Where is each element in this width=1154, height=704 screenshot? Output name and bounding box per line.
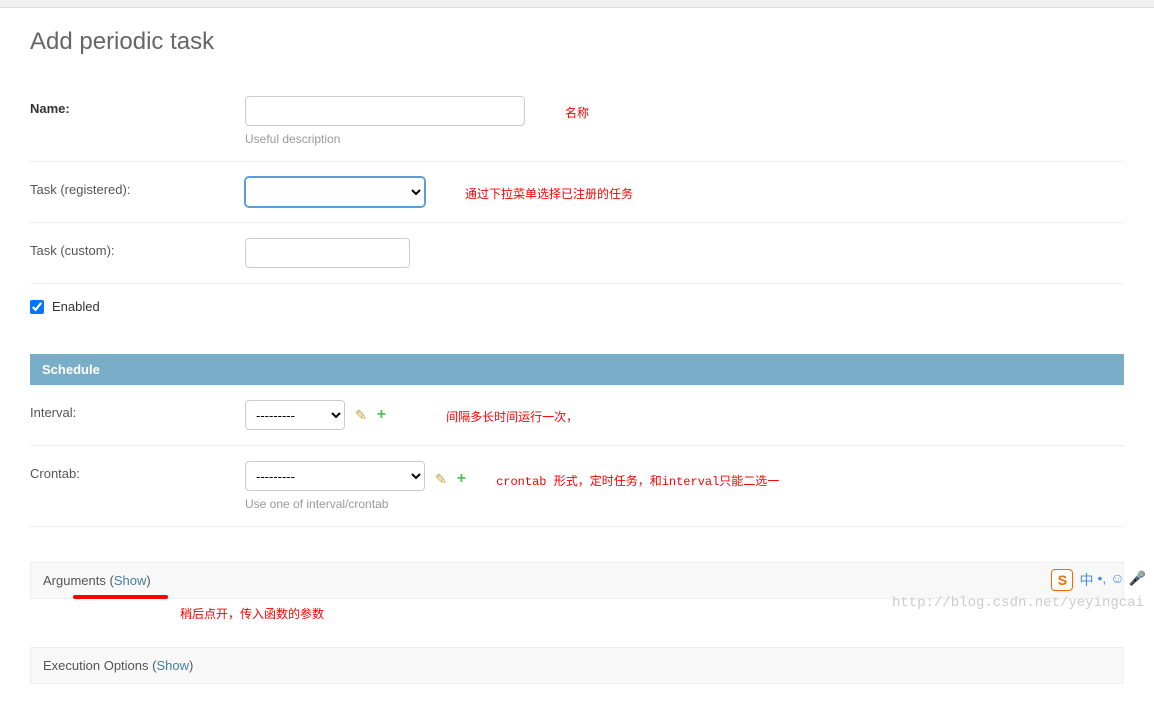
label-enabled: Enabled	[52, 299, 100, 314]
execution-prefix: Execution Options (	[43, 658, 156, 673]
ime-mic-icon[interactable]: 🎤	[1129, 570, 1146, 590]
enabled-checkbox[interactable]	[30, 300, 44, 314]
ime-smiley-icon[interactable]: ☺	[1110, 570, 1124, 590]
label-crontab: Crontab:	[30, 461, 245, 481]
pencil-icon[interactable]: ✎	[435, 471, 447, 488]
pencil-icon[interactable]: ✎	[355, 407, 367, 424]
execution-show-link[interactable]: Show	[156, 658, 189, 673]
execution-options-section: Execution Options (Show)	[30, 647, 1124, 684]
row-interval: Interval: --------- ✎ + 间隔多长时间运行一次，	[30, 385, 1124, 446]
name-annotation: 名称	[565, 96, 589, 121]
row-name: Name: Useful description 名称	[30, 81, 1124, 162]
plus-icon[interactable]: +	[457, 470, 466, 488]
row-crontab: Crontab: --------- ✎ + crontab 形式，定时任务，和…	[30, 446, 1124, 527]
task-registered-annotation: 通过下拉菜单选择已注册的任务	[465, 177, 633, 202]
row-task-registered: Task (registered): 通过下拉菜单选择已注册的任务	[30, 162, 1124, 223]
schedule-header: Schedule	[30, 354, 1124, 385]
arguments-suffix: )	[146, 573, 150, 588]
page-title: Add periodic task	[30, 28, 1124, 56]
crontab-annotation: crontab 形式，定时任务，和interval只能二选一	[496, 464, 779, 489]
task-registered-select[interactable]	[245, 177, 425, 207]
interval-select[interactable]: ---------	[245, 400, 345, 430]
arguments-prefix: Arguments (	[43, 573, 114, 588]
browser-chrome-top	[0, 0, 1154, 8]
red-underline-annotation	[73, 595, 168, 599]
label-task-registered: Task (registered):	[30, 177, 245, 197]
name-input[interactable]	[245, 96, 525, 126]
sogou-icon[interactable]: S	[1051, 569, 1073, 591]
label-task-custom: Task (custom):	[30, 238, 245, 258]
ime-zhong-icon[interactable]: 中	[1079, 570, 1093, 590]
crontab-help: Use one of interval/crontab	[245, 497, 779, 511]
arguments-annotation: 稍后点开，传入函数的参数	[180, 605, 1124, 622]
execution-suffix: )	[189, 658, 193, 673]
ime-punct-icon[interactable]: •,	[1097, 570, 1106, 590]
ime-toolbar: S 中 •, ☺ 🎤	[1051, 569, 1146, 591]
arguments-show-link[interactable]: Show	[114, 573, 147, 588]
label-name: Name:	[30, 96, 245, 116]
name-help: Useful description	[245, 132, 525, 146]
interval-annotation: 间隔多长时间运行一次，	[446, 400, 578, 425]
task-custom-input[interactable]	[245, 238, 410, 268]
plus-icon[interactable]: +	[377, 406, 386, 424]
main-content: Add periodic task Name: Useful descripti…	[0, 8, 1154, 704]
row-task-custom: Task (custom):	[30, 223, 1124, 284]
arguments-section: Arguments (Show)	[30, 562, 1124, 599]
row-enabled: Enabled	[30, 284, 1124, 344]
label-interval: Interval:	[30, 400, 245, 420]
crontab-select[interactable]: ---------	[245, 461, 425, 491]
